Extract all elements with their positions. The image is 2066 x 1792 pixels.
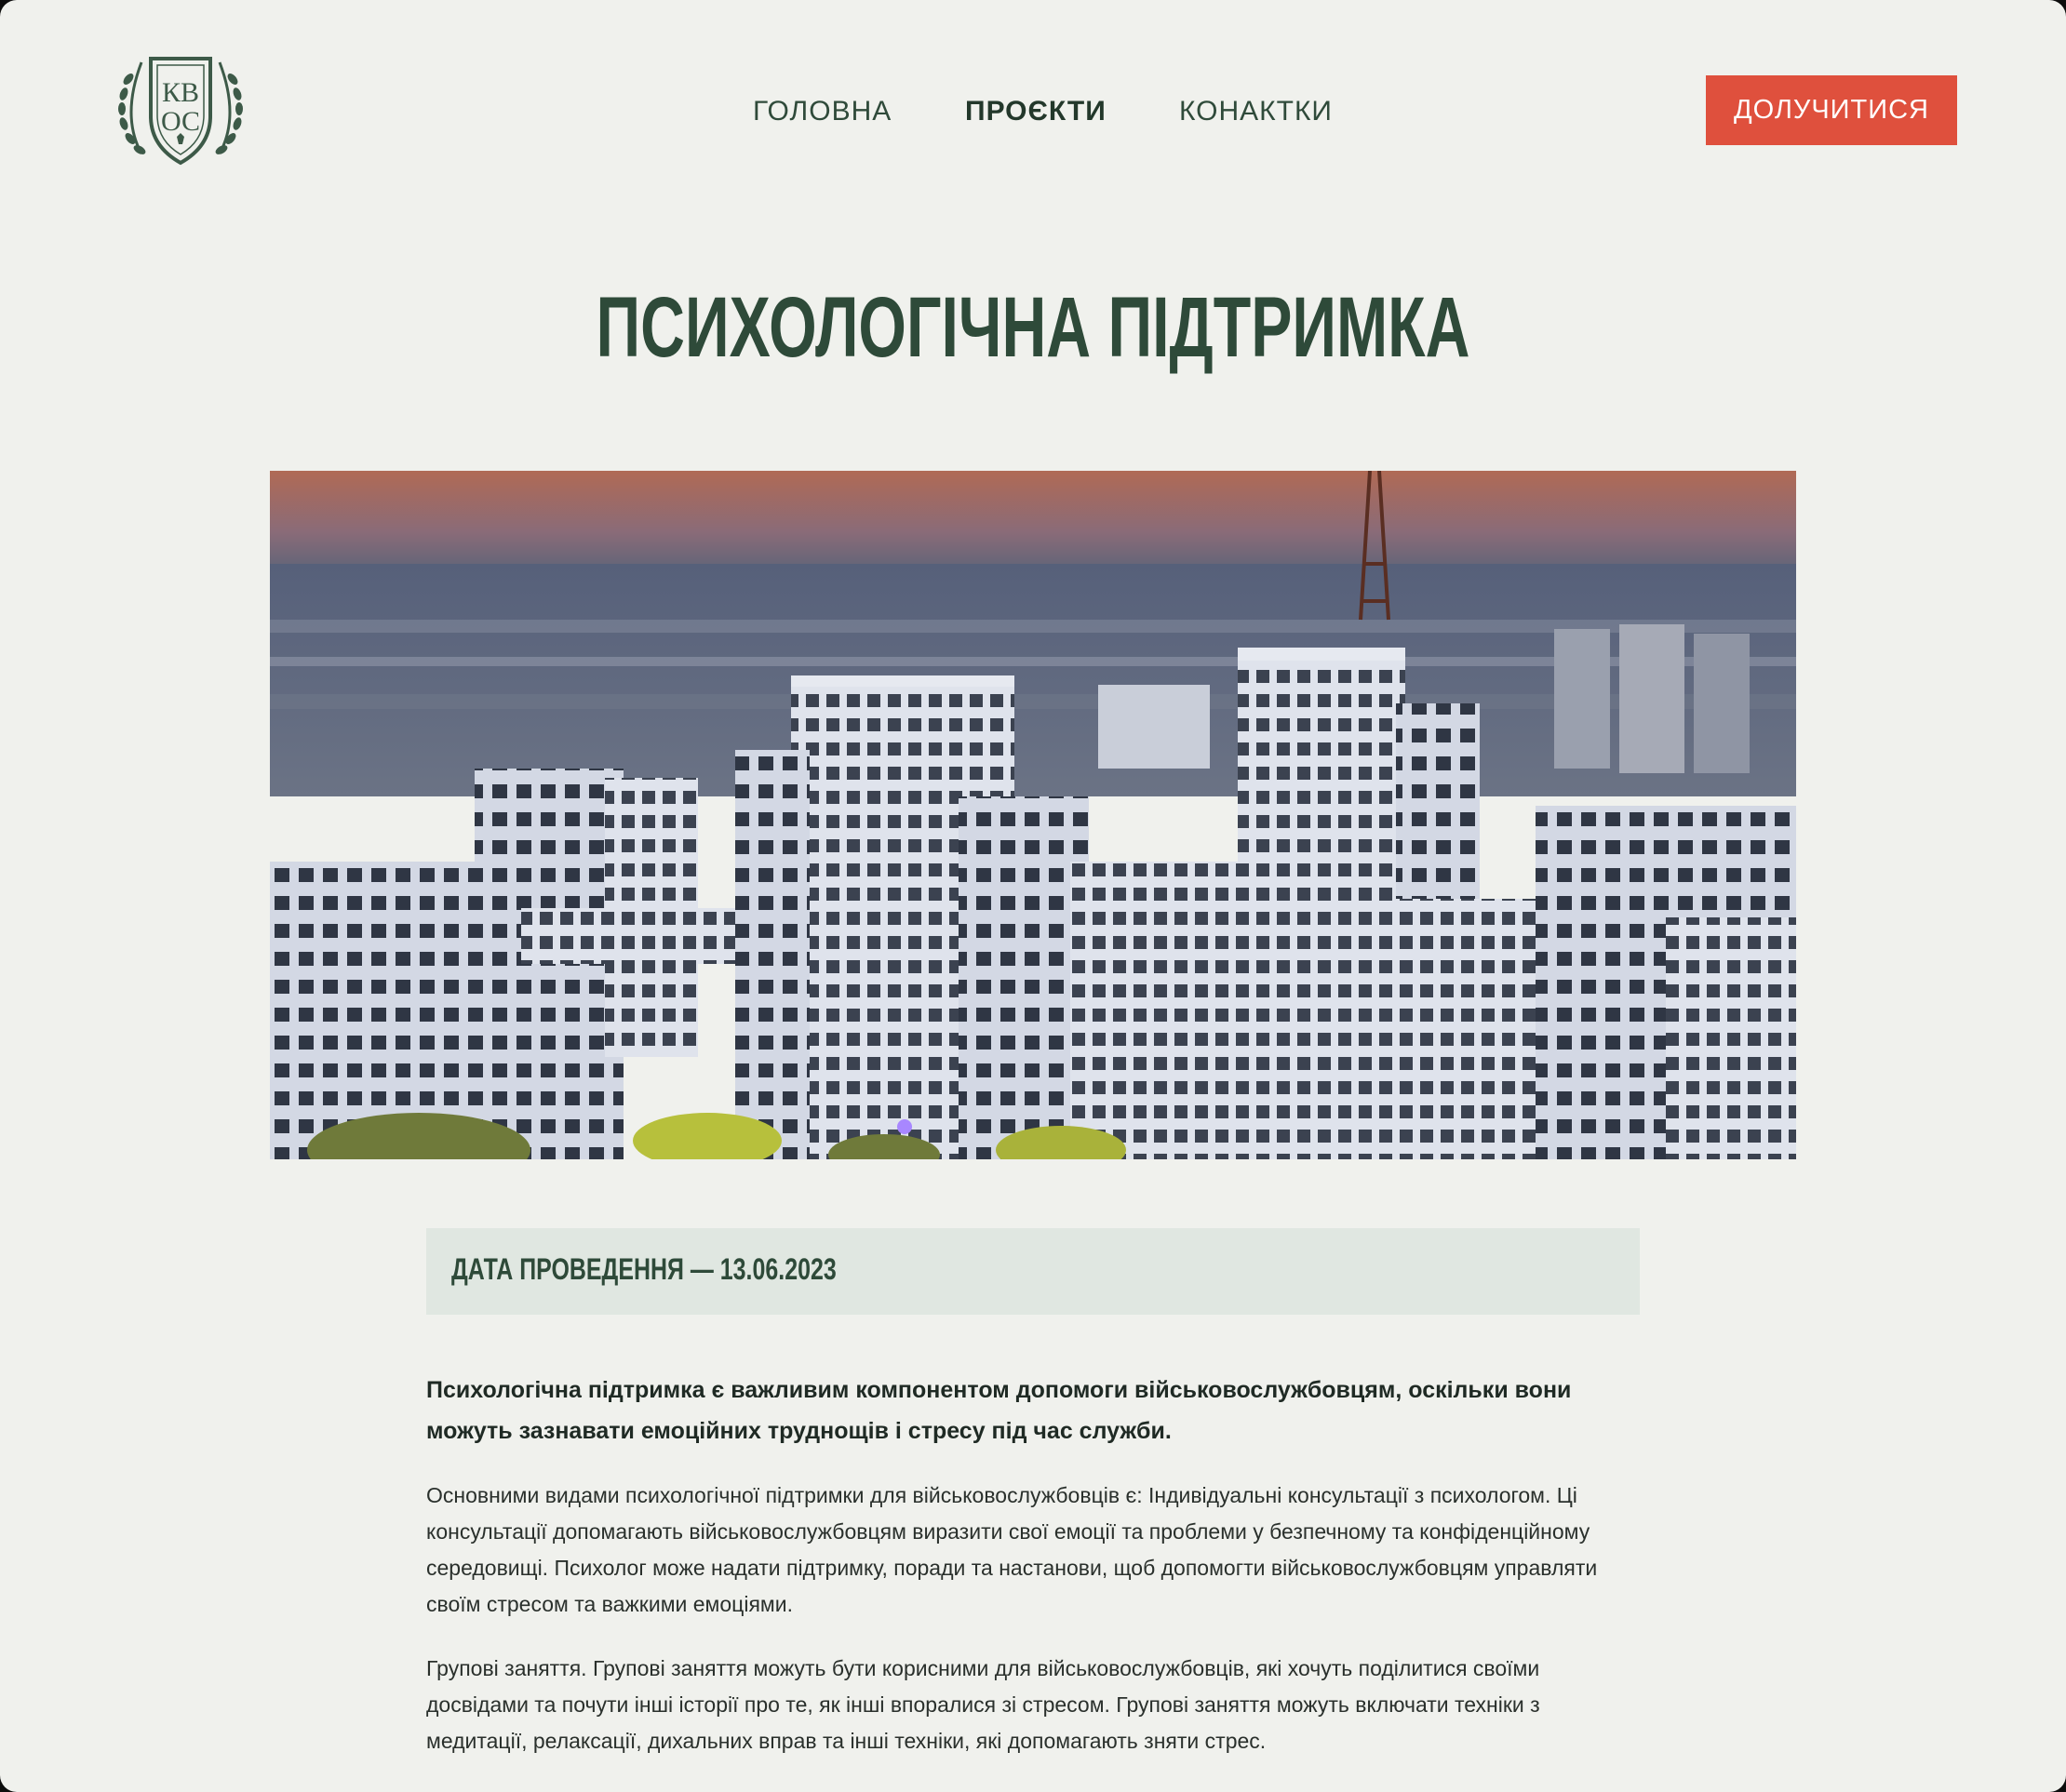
article-paragraph: Групові заняття. Групові заняття можуть … bbox=[426, 1656, 1540, 1753]
nav-item-projects[interactable]: ПРОЄКТИ bbox=[965, 91, 1107, 132]
page: КВ ОС ГОЛОВНА ПРОЄКТИ КОНАКТКИ ДОЛУЧИТИС… bbox=[0, 0, 2066, 1792]
article-paragraph: Основними видами психологічної підтримки… bbox=[426, 1483, 1598, 1616]
page-title: ПСИХОЛОГІЧНА ПІДТРИМКА bbox=[596, 280, 1470, 375]
event-date-box: ДАТА ПРОВЕДЕННЯ — 13.06.2023 bbox=[426, 1228, 1640, 1315]
article-lead: Психологічна підтримка є важливим компон… bbox=[426, 1377, 1572, 1444]
join-button[interactable]: ДОЛУЧИТИСЯ bbox=[1706, 75, 1957, 145]
nav-item-home[interactable]: ГОЛОВНА bbox=[753, 91, 892, 132]
hero-image bbox=[270, 471, 1796, 1159]
nav-item-contacts[interactable]: КОНАКТКИ bbox=[1179, 91, 1333, 132]
event-date: ДАТА ПРОВЕДЕННЯ — 13.06.2023 bbox=[451, 1252, 837, 1286]
article-content: Психологічна підтримка є важливим компон… bbox=[426, 1370, 1640, 1759]
